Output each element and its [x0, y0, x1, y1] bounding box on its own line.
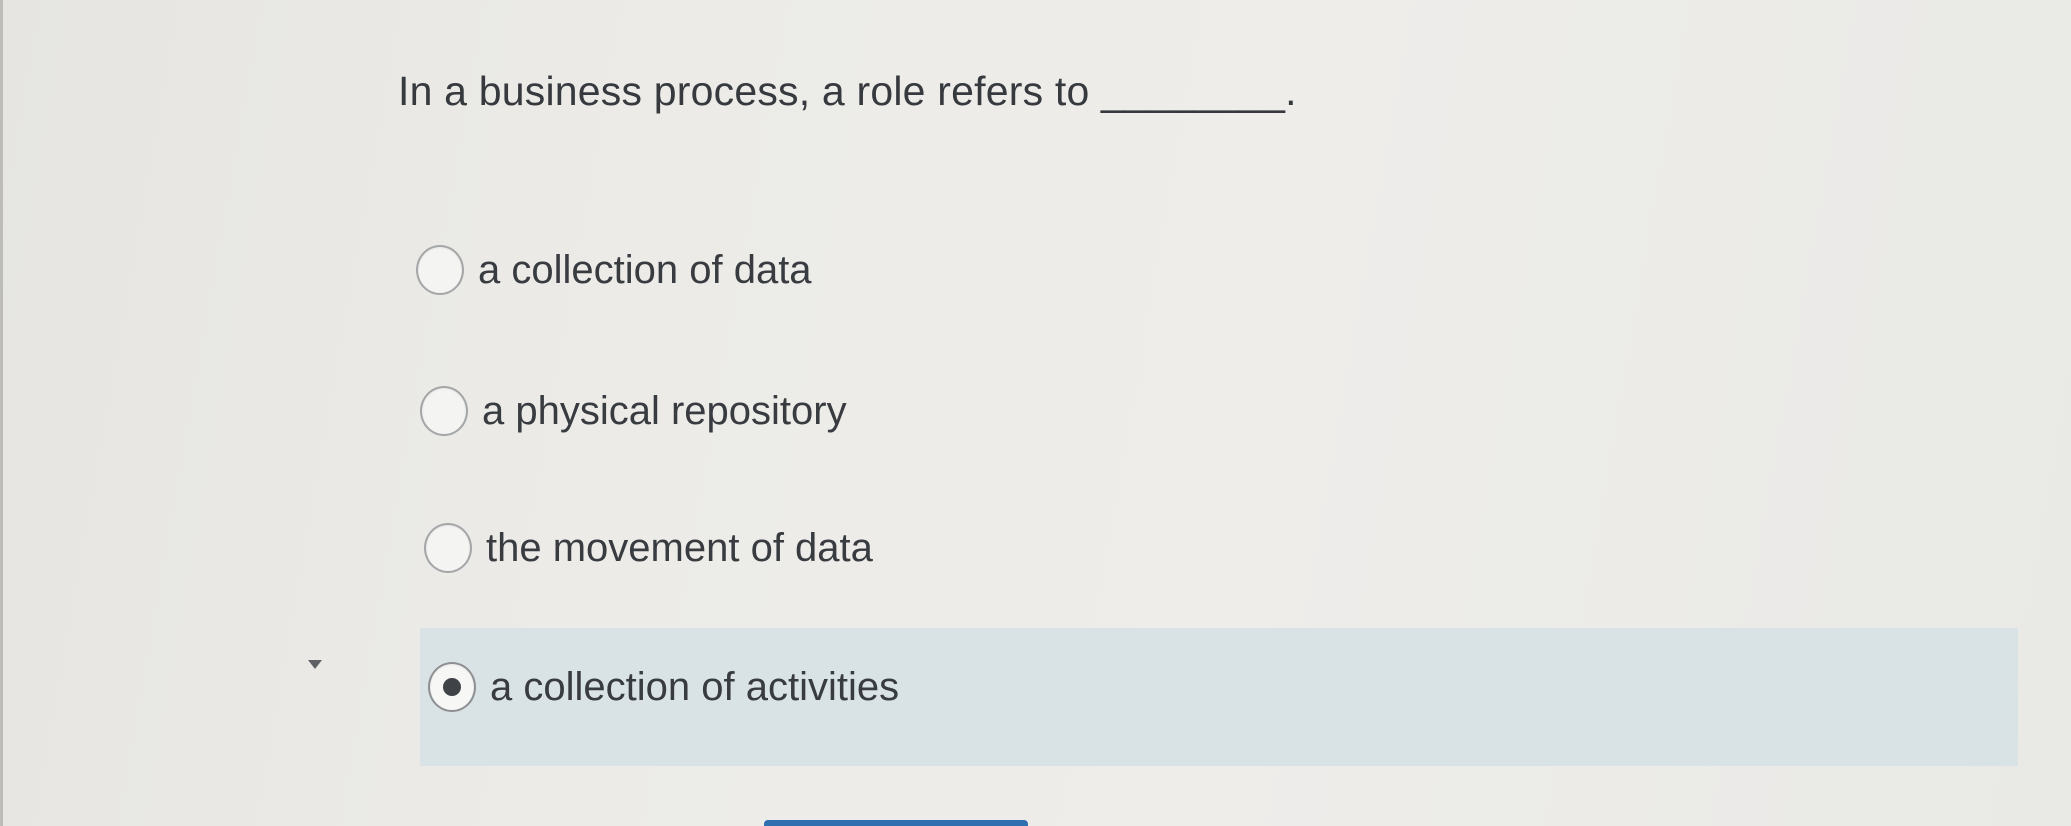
answer-option-3-label: the movement of data: [486, 525, 873, 570]
submit-button-edge[interactable]: [764, 820, 1028, 826]
answer-option-1-label: a collection of data: [478, 247, 812, 292]
caret-down-icon[interactable]: [308, 660, 322, 669]
answer-option-1[interactable]: a collection of data: [416, 245, 812, 295]
question-text: In a business process, a role refers to …: [398, 68, 1297, 114]
radio-selected-dot-icon: [443, 678, 461, 696]
answer-option-4[interactable]: a collection of activities: [428, 662, 899, 712]
radio-button-option-1[interactable]: [416, 245, 464, 295]
answer-option-4-label: a collection of activities: [490, 664, 900, 709]
radio-button-option-3[interactable]: [424, 523, 472, 573]
answer-option-3[interactable]: the movement of data: [424, 523, 873, 573]
answer-option-2-label: a physical repository: [482, 388, 847, 433]
answer-option-2[interactable]: a physical repository: [420, 386, 847, 436]
page-left-edge: [0, 0, 3, 826]
radio-button-option-4-selected[interactable]: [428, 662, 476, 712]
radio-button-option-2[interactable]: [420, 386, 468, 436]
